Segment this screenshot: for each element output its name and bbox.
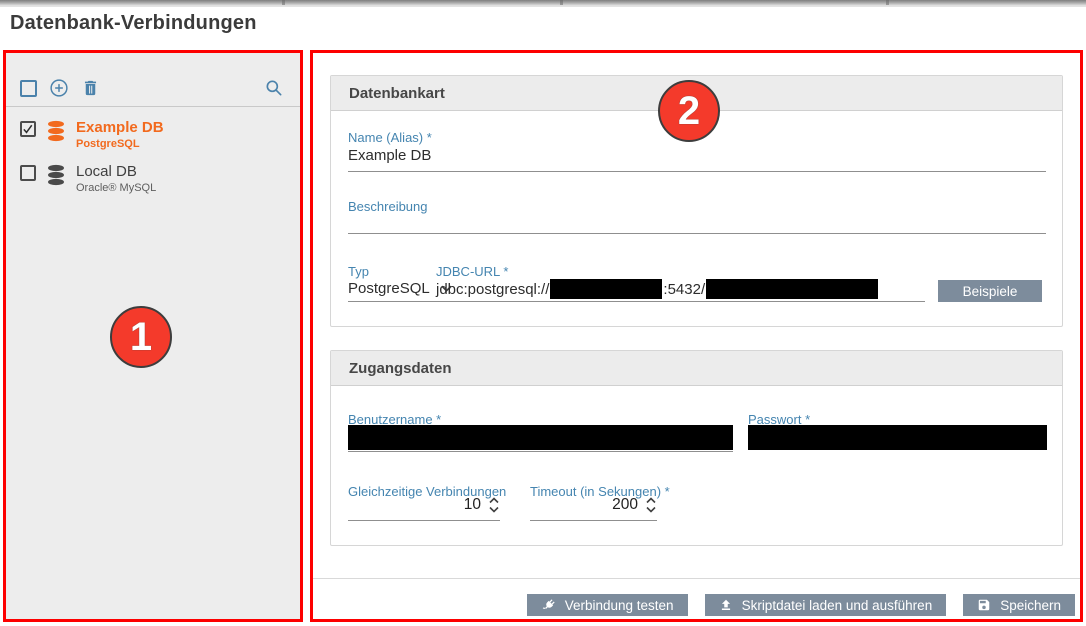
screen: Datenbank-Verbindungen — [0, 0, 1086, 626]
list-item-local-db[interactable]: Local DB Oracle® MySQL — [6, 157, 300, 201]
item-checkbox-checked[interactable] — [20, 121, 36, 137]
item-checkbox-unchecked[interactable] — [20, 165, 36, 181]
connection-list: Example DB PostgreSQL Local DB Oracle® M… — [6, 113, 300, 201]
check-icon — [22, 122, 34, 136]
delete-icon[interactable] — [81, 78, 100, 98]
jdbc-database-redacted — [706, 279, 878, 299]
typ-selected-value: PostgreSQL — [348, 280, 430, 297]
database-icon-orange — [46, 120, 66, 142]
card-zugangsdaten: Zugangsdaten Benutzername * Passwort * G… — [330, 350, 1063, 546]
plug-icon — [541, 598, 556, 613]
skriptdatei-laden-button[interactable]: Skriptdatei laden und ausführen — [705, 594, 947, 616]
browser-edge-strip — [0, 0, 1086, 7]
button-label: Skriptdatei laden und ausführen — [742, 598, 933, 613]
beispiele-button[interactable]: Beispiele — [938, 280, 1042, 302]
button-label: Verbindung testen — [565, 598, 674, 613]
verbindung-testen-button[interactable]: Verbindung testen — [527, 594, 688, 616]
typ-label: Typ — [348, 264, 369, 279]
connection-name: Example DB — [76, 119, 164, 136]
timeout-stepper[interactable]: 200 — [530, 496, 657, 514]
benutzername-input-redacted[interactable] — [348, 425, 733, 450]
gleichzeitige-verbindungen-stepper[interactable]: 10 — [348, 496, 500, 514]
annotation-badge-1: 1 — [110, 306, 172, 368]
button-label: Speichern — [1000, 598, 1061, 613]
jdbc-url-prefix: jdbc:postgresql:// — [436, 281, 549, 298]
beschreibung-input[interactable] — [348, 211, 1046, 231]
gleichzeitige-verbindungen-value[interactable]: 10 — [464, 496, 481, 514]
name-alias-underline — [348, 171, 1046, 172]
jdbc-host-redacted — [550, 279, 662, 299]
jdbc-url-input[interactable]: jdbc:postgresql:// :5432/ — [436, 279, 879, 299]
item-text: Example DB PostgreSQL — [76, 119, 164, 151]
browser-tab-seam — [282, 0, 285, 5]
gleichzeitige-verbindungen-underline — [348, 520, 500, 521]
jdbc-url-label: JDBC-URL * — [436, 264, 508, 279]
connection-type: PostgreSQL — [76, 138, 164, 151]
save-icon — [977, 598, 991, 612]
footer-divider — [313, 578, 1080, 579]
beschreibung-underline — [348, 233, 1046, 234]
stepper-arrows-icon[interactable] — [645, 496, 657, 514]
annotation-region-1: Example DB PostgreSQL Local DB Oracle® M… — [3, 50, 303, 622]
sidebar-divider — [6, 106, 300, 107]
footer-actions: Verbindung testen Skriptdatei laden und … — [527, 594, 1075, 616]
annotation-region-2: Datenbankart Name (Alias) * Example DB B… — [310, 50, 1083, 622]
timeout-underline — [530, 520, 657, 521]
jdbc-url-underline — [436, 301, 925, 302]
annotation-badge-2: 2 — [658, 80, 720, 142]
benutzername-underline — [348, 451, 733, 452]
page-title: Datenbank-Verbindungen — [10, 12, 257, 35]
name-alias-input[interactable]: Example DB — [348, 147, 431, 164]
list-item-example-db[interactable]: Example DB PostgreSQL — [6, 113, 300, 157]
connection-type: Oracle® MySQL — [76, 182, 156, 195]
speichern-button[interactable]: Speichern — [963, 594, 1075, 616]
passwort-input-redacted[interactable] — [748, 425, 1047, 450]
sidebar-toolbar — [6, 74, 300, 102]
name-alias-label: Name (Alias) * — [348, 130, 432, 145]
add-connection-icon[interactable] — [48, 77, 70, 99]
browser-tab-seam — [886, 0, 889, 5]
jdbc-url-port: :5432/ — [663, 281, 705, 298]
search-icon[interactable] — [264, 78, 284, 98]
stepper-arrows-icon[interactable] — [488, 496, 500, 514]
database-icon-gray — [46, 164, 66, 186]
timeout-value[interactable]: 200 — [612, 496, 638, 514]
upload-icon — [719, 598, 733, 612]
card-title: Zugangsdaten — [331, 351, 1062, 386]
connection-name: Local DB — [76, 163, 156, 180]
browser-tab-seam — [560, 0, 563, 5]
select-all-checkbox[interactable] — [20, 80, 37, 97]
item-text: Local DB Oracle® MySQL — [76, 163, 156, 195]
